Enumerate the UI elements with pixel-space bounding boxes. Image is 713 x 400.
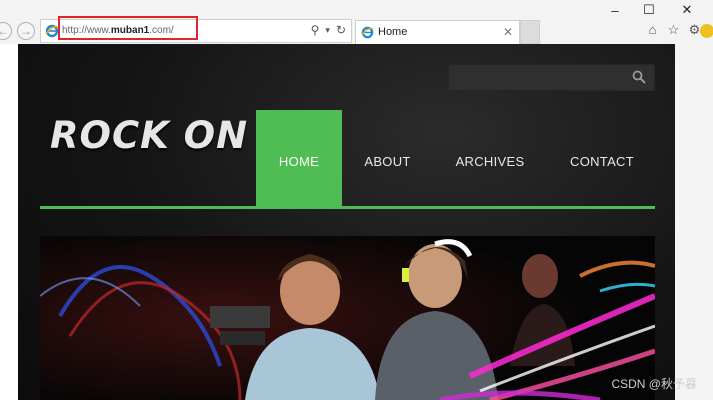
- page-scrollbar[interactable]: [675, 44, 713, 400]
- minimize-button[interactable]: –: [598, 0, 632, 20]
- search-icon[interactable]: ⚲: [311, 23, 320, 37]
- close-tab-icon[interactable]: ✕: [503, 25, 513, 39]
- nav-item-about[interactable]: ABOUT: [342, 110, 433, 207]
- favorites-star-icon[interactable]: ☆: [666, 22, 681, 37]
- ie-logo-icon: [45, 24, 59, 38]
- tab-home[interactable]: Home ✕: [355, 20, 520, 44]
- site-search-input[interactable]: [448, 64, 655, 91]
- search-icon[interactable]: [632, 70, 646, 84]
- url-suffix: .com/: [149, 25, 174, 36]
- site-logo[interactable]: ROCK ON: [50, 114, 248, 157]
- ie-logo-icon: [361, 26, 374, 39]
- forward-arrow-icon: →: [20, 24, 32, 38]
- url-domain: muban1: [110, 25, 150, 36]
- feedback-smiley-icon[interactable]: [700, 24, 713, 38]
- browser-chrome: – ☐ ✕ ← → http://www.muban1.com/ ⚲ ▾ ↻ H…: [0, 0, 713, 44]
- close-window-button[interactable]: ✕: [670, 0, 704, 20]
- tab-title: Home: [378, 26, 408, 38]
- url-prefix: http://www.: [62, 25, 111, 36]
- address-url[interactable]: http://www.muban1.com/: [62, 25, 174, 36]
- back-button[interactable]: ←: [0, 22, 12, 40]
- csdn-watermark: CSDN @秋予暮: [611, 377, 697, 391]
- page-viewport: ROCK ON HOME ABOUT ARCHIVES CONTACT: [0, 44, 713, 400]
- dropdown-arrow-icon[interactable]: ▾: [325, 25, 330, 36]
- hero-photo-djs: [40, 236, 655, 400]
- back-arrow-icon: ←: [0, 24, 9, 38]
- forward-button[interactable]: →: [17, 22, 35, 40]
- main-nav: HOME ABOUT ARCHIVES CONTACT: [256, 110, 657, 207]
- new-tab-button[interactable]: [520, 20, 540, 44]
- address-bar[interactable]: http://www.muban1.com/ ⚲ ▾ ↻: [40, 16, 352, 43]
- hero-image: [40, 236, 655, 400]
- nav-item-home[interactable]: HOME: [256, 110, 342, 207]
- nav-item-archives[interactable]: ARCHIVES: [433, 110, 547, 207]
- home-icon[interactable]: ⌂: [645, 22, 660, 37]
- nav-underline: [40, 206, 655, 209]
- refresh-icon[interactable]: ↻: [336, 23, 346, 37]
- website: ROCK ON HOME ABOUT ARCHIVES CONTACT: [18, 44, 675, 400]
- nav-item-contact[interactable]: CONTACT: [547, 110, 657, 207]
- maximize-button[interactable]: ☐: [632, 0, 666, 20]
